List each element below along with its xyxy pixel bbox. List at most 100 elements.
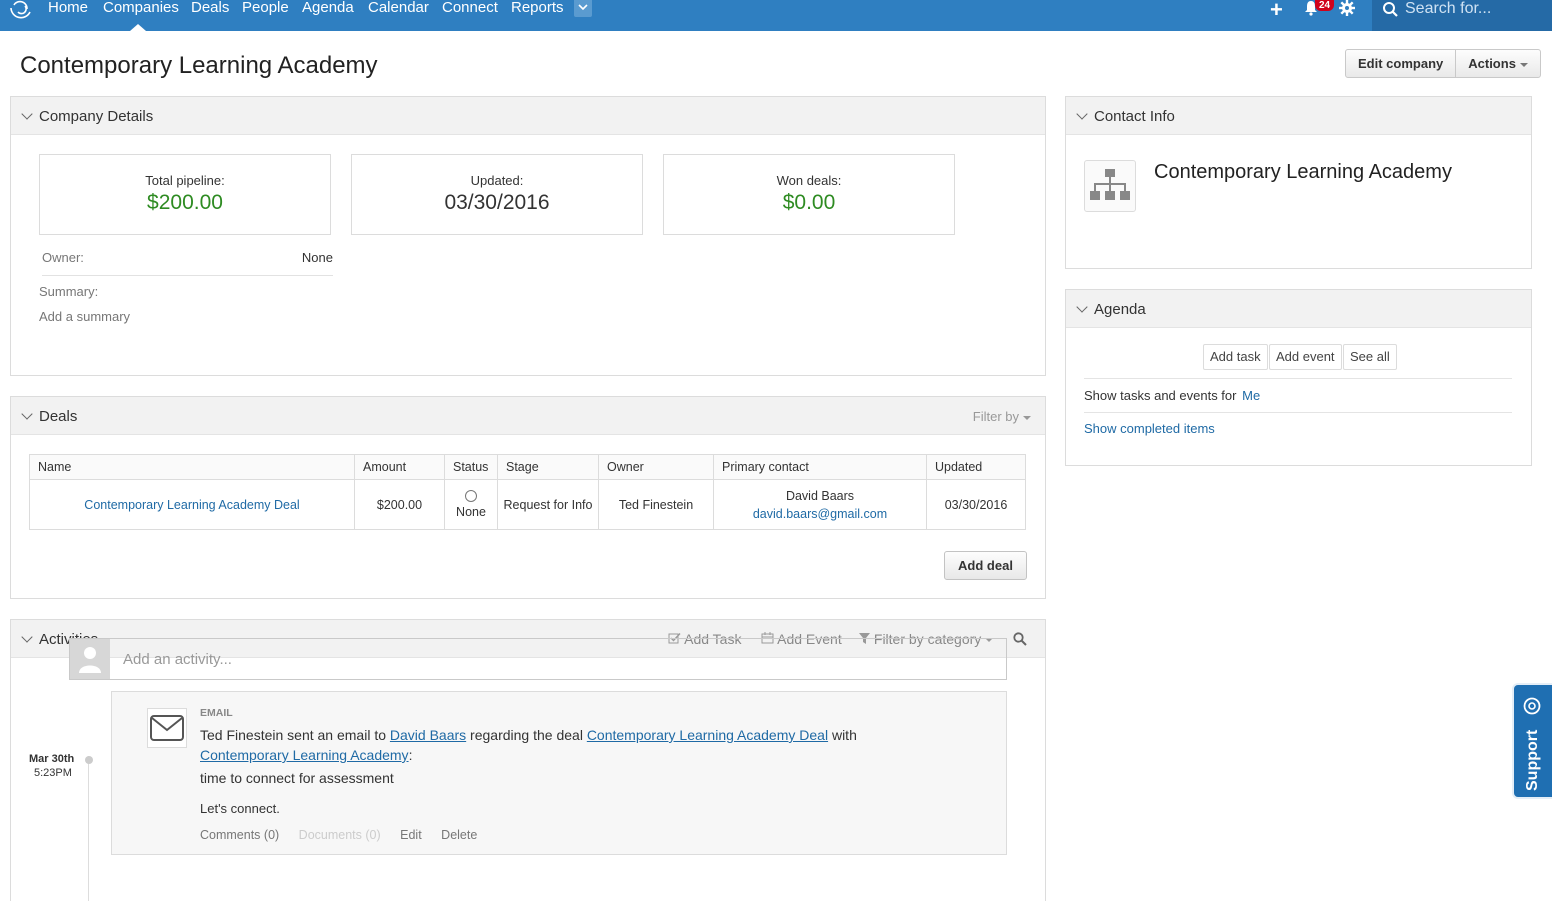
caret-down-icon — [1519, 62, 1528, 67]
deal-stage: Request for Info — [497, 479, 599, 530]
show-for-row: Show tasks and events for Me — [1084, 388, 1260, 403]
activity-placeholder: Add an activity... — [123, 651, 232, 668]
collapse-chevron-icon[interactable] — [21, 408, 33, 420]
panel-title: Company Details — [39, 108, 154, 125]
documents-link: Documents (0) — [298, 828, 381, 842]
table-header-row: Name Amount Status Stage Owner Primary c… — [29, 454, 1026, 480]
contact-link[interactable]: David Baars — [390, 727, 466, 743]
comments-link[interactable]: Comments (0) — [200, 828, 279, 842]
org-chart-icon — [1090, 169, 1130, 200]
timeline-dot — [85, 756, 93, 764]
owner-value[interactable]: None — [302, 250, 333, 265]
collapse-chevron-icon[interactable] — [21, 108, 33, 120]
summary-label: Summary: — [39, 284, 99, 299]
nav-reports[interactable]: Reports — [511, 0, 564, 16]
collapse-chevron-icon[interactable] — [21, 631, 33, 643]
email-body: Let's connect. — [200, 801, 280, 816]
column-header[interactable]: Primary contact — [713, 454, 927, 480]
deals-header[interactable]: Deals Filter by — [11, 397, 1045, 435]
show-for-user-dropdown[interactable]: Me — [1242, 388, 1260, 403]
nav-connect[interactable]: Connect — [442, 0, 498, 16]
delete-link[interactable]: Delete — [441, 828, 477, 842]
envelope-icon — [150, 715, 184, 741]
column-header[interactable]: Updated — [926, 454, 1026, 480]
agenda-add-event-button[interactable]: Add event — [1269, 344, 1342, 370]
primary-contact-cell: David Baars david.baars@gmail.com — [713, 479, 927, 530]
notification-badge: 24 — [1315, 0, 1335, 11]
nav-companies[interactable]: Companies — [103, 0, 179, 16]
deal-link[interactable]: Contemporary Learning Academy Deal — [587, 727, 828, 743]
actions-dropdown-button[interactable]: Actions — [1455, 50, 1540, 77]
status-radio[interactable] — [465, 490, 477, 502]
contact-info-panel: Contact Info Contemporary Learning Acade… — [1065, 96, 1532, 269]
chevron-down-icon — [578, 4, 588, 11]
active-nav-indicator — [130, 24, 146, 31]
quick-add-icon[interactable]: + — [1270, 0, 1283, 23]
contact-company-name: Contemporary Learning Academy — [1154, 161, 1452, 183]
deals-filter-dropdown[interactable]: Filter by — [973, 409, 1031, 424]
edit-link[interactable]: Edit — [400, 828, 422, 842]
stat-label: Total pipeline: — [145, 173, 225, 188]
company-link[interactable]: Contemporary Learning Academy — [200, 747, 409, 763]
panel-title: Contact Info — [1094, 108, 1175, 125]
nav-home[interactable]: Home — [48, 0, 88, 16]
contact-info-header[interactable]: Contact Info — [1066, 97, 1531, 135]
collapse-chevron-icon[interactable] — [1076, 301, 1088, 313]
agenda-header[interactable]: Agenda — [1066, 290, 1531, 328]
search-icon[interactable] — [1013, 632, 1027, 646]
table-row: Contemporary Learning Academy Deal $200.… — [29, 479, 1026, 530]
column-header[interactable]: Amount — [354, 454, 445, 480]
stat-value: $200.00 — [147, 191, 223, 214]
app-logo-icon[interactable] — [8, 0, 34, 20]
nav-deals[interactable]: Deals — [191, 0, 229, 16]
nav-calendar[interactable]: Calendar — [368, 0, 429, 16]
deals-table: Name Amount Status Stage Owner Primary c… — [29, 454, 1026, 530]
support-chat-icon — [1523, 697, 1541, 715]
company-details-panel: Company Details Total pipeline: $200.00 … — [10, 96, 1046, 376]
nav-more-button[interactable] — [574, 0, 592, 17]
column-header[interactable]: Name — [29, 454, 355, 480]
agenda-see-all-button[interactable]: See all — [1343, 344, 1397, 370]
deal-name-link[interactable]: Contemporary Learning Academy Deal — [84, 498, 299, 512]
column-header[interactable]: Stage — [497, 454, 599, 480]
show-completed-link[interactable]: Show completed items — [1084, 421, 1215, 436]
stat-value: $0.00 — [782, 191, 836, 214]
support-tab[interactable]: Support — [1512, 683, 1552, 799]
activity-actor: Ted Finestein — [200, 727, 284, 743]
activity-text: with — [828, 727, 857, 743]
search-icon — [1383, 2, 1398, 17]
global-search-input[interactable]: Search for... — [1372, 0, 1552, 31]
caret-down-icon — [1023, 415, 1031, 420]
support-label: Support — [1524, 729, 1541, 791]
page-actions: Edit company Actions — [1345, 49, 1541, 78]
stat-label: Updated: — [470, 173, 524, 188]
deal-owner: Ted Finestein — [598, 479, 714, 530]
contact-email-link[interactable]: david.baars@gmail.com — [719, 507, 921, 521]
owner-row: Owner: None — [42, 250, 333, 276]
panel-title: Deals — [39, 408, 78, 425]
column-header[interactable]: Owner — [598, 454, 714, 480]
edit-company-button[interactable]: Edit company — [1346, 50, 1455, 77]
company-details-header[interactable]: Company Details — [11, 97, 1045, 135]
add-summary-link[interactable]: Add a summary — [39, 309, 130, 324]
updated-stat: Updated: 03/30/2016 — [351, 154, 643, 235]
add-deal-button[interactable]: Add deal — [944, 551, 1027, 580]
total-pipeline-stat: Total pipeline: $200.00 — [39, 154, 331, 235]
nav-agenda[interactable]: Agenda — [302, 0, 354, 16]
show-for-label: Show tasks and events for — [1084, 388, 1237, 403]
collapse-chevron-icon[interactable] — [1076, 108, 1088, 120]
nav-people[interactable]: People — [242, 0, 289, 16]
deal-status-cell: None — [444, 479, 498, 530]
actions-label: Actions — [1468, 56, 1516, 71]
email-subject: time to connect for assessment — [200, 770, 394, 786]
activity-date: Mar 30th — [29, 753, 75, 765]
add-activity-input[interactable]: Add an activity... — [69, 638, 1007, 680]
gear-icon[interactable] — [1339, 0, 1355, 16]
person-icon — [79, 647, 101, 673]
agenda-add-task-button[interactable]: Add task — [1203, 344, 1268, 370]
stat-value: 03/30/2016 — [444, 191, 550, 214]
deal-name-cell: Contemporary Learning Academy Deal — [29, 479, 355, 530]
user-avatar — [70, 639, 110, 679]
timeline-line — [88, 756, 89, 901]
column-header[interactable]: Status — [444, 454, 498, 480]
